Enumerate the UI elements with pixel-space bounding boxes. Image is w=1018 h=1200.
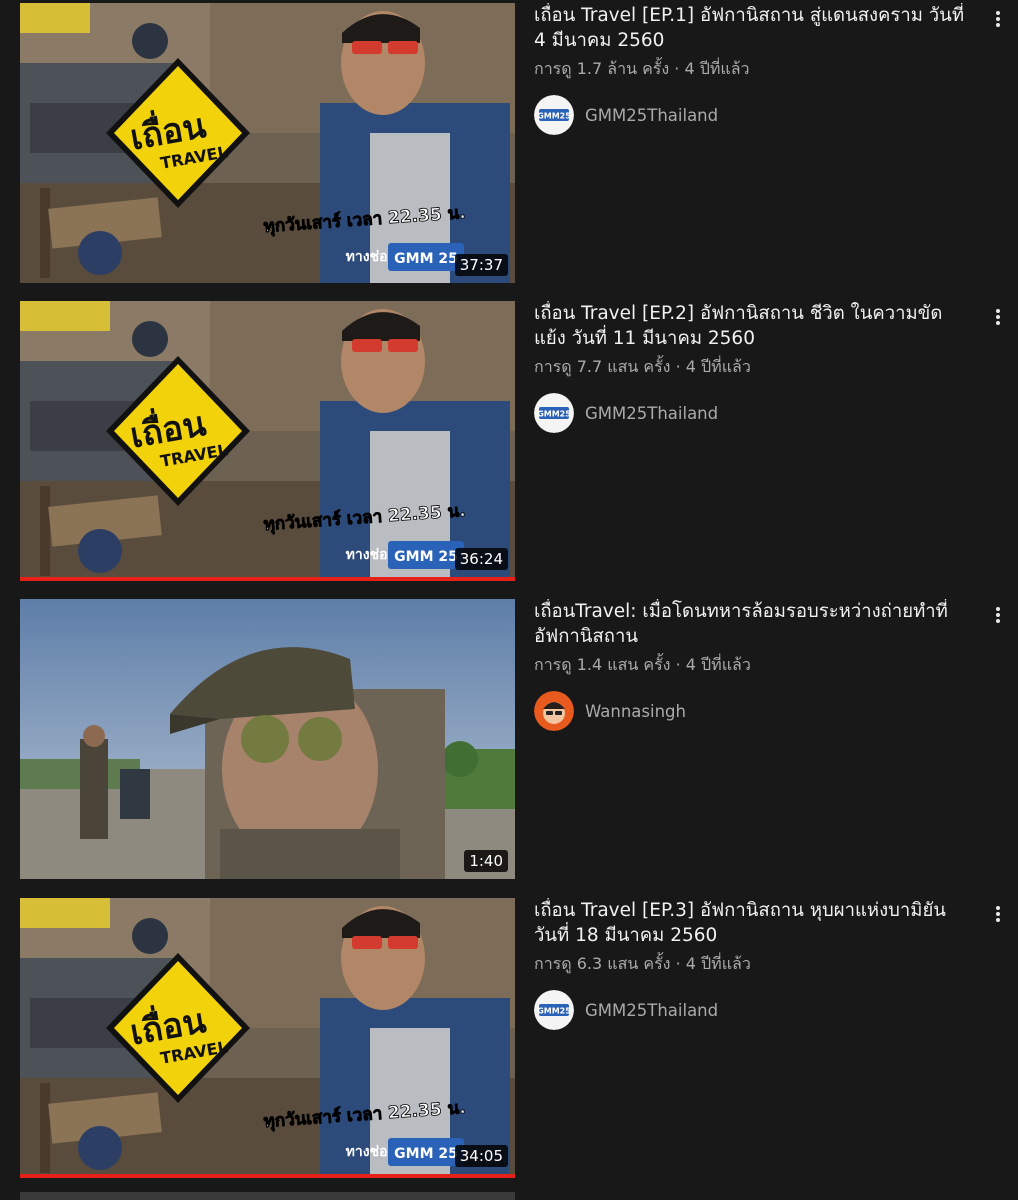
- thumbnail-image: เถื่อน TRAVEL ทุกวันเสาร์ เวลา 22.35 น. …: [20, 898, 515, 1178]
- video-stats: การดู 7.7 แสน ครั้ง · 4 ปีที่แล้ว: [534, 357, 751, 376]
- video-stats: การดู 1.4 แสน ครั้ง · 4 ปีที่แล้ว: [534, 655, 751, 674]
- video-meta: เถื่อน Travel [EP.2] อัฟกานิสถาน ชีวิต ใ…: [534, 301, 974, 433]
- video-item[interactable]: เถื่อน TRAVEL ทุกวันเสาร์ เวลา 22.35 น. …: [0, 301, 1018, 581]
- thumbnail-caption-channel: ทางช่อง: [346, 547, 395, 563]
- thumbnail-image: เถื่อน TRAVEL ทุกวันเสาร์ เวลา 22.35 น. …: [20, 301, 515, 581]
- duration-badge: 36:24: [454, 548, 508, 570]
- channel-avatar[interactable]: GMM25: [534, 393, 574, 433]
- duration-badge: 37:37: [454, 254, 508, 276]
- video-thumbnail[interactable]: เถื่อน TRAVEL ทุกวันเสาร์ เวลา 22.35 น. …: [20, 898, 515, 1178]
- video-title[interactable]: เถื่อน Travel [EP.2] อัฟกานิสถาน ชีวิต ใ…: [534, 301, 974, 351]
- video-thumbnail[interactable]: เถื่อน TRAVEL ทุกวันเสาร์ เวลา 22.35 น. …: [20, 3, 515, 283]
- channel-name[interactable]: GMM25Thailand: [585, 106, 718, 125]
- thumbnail-logo: GMM 25: [394, 549, 458, 565]
- more-vert-icon[interactable]: [992, 904, 1004, 924]
- watch-progress-bar: [20, 577, 515, 581]
- video-stats: การดู 1.7 ล้าน ครั้ง · 4 ปีที่แล้ว: [534, 59, 750, 78]
- thumbnail-image: [20, 599, 515, 879]
- svg-text:GMM25: GMM25: [537, 112, 571, 121]
- more-vert-icon[interactable]: [992, 9, 1004, 29]
- more-vert-icon[interactable]: [992, 605, 1004, 625]
- channel-avatar[interactable]: GMM25: [534, 95, 574, 135]
- video-stats: การดู 6.3 แสน ครั้ง · 4 ปีที่แล้ว: [534, 954, 751, 973]
- video-item[interactable]: 1:40 เถื่อนTravel: เมื่อโดนทหารล้อมรอบระ…: [0, 599, 1018, 879]
- channel-avatar[interactable]: GMM25: [534, 990, 574, 1030]
- wannasingh-avatar-icon: [534, 691, 574, 731]
- channel-row[interactable]: GMM25 GMM25Thailand: [534, 95, 974, 135]
- gmm25-logo-icon: GMM25: [534, 990, 574, 1030]
- video-title[interactable]: เถื่อน Travel [EP.3] อัฟกานิสถาน หุบผาแห…: [534, 898, 974, 948]
- video-item[interactable]: เถื่อน TRAVEL ทุกวันเสาร์ เวลา 22.35 น. …: [0, 898, 1018, 1178]
- channel-name[interactable]: Wannasingh: [585, 702, 686, 721]
- channel-row[interactable]: GMM25 GMM25Thailand: [534, 393, 974, 433]
- channel-avatar[interactable]: [534, 691, 574, 731]
- video-title[interactable]: เถื่อน Travel [EP.1] อัฟกานิสถาน สู่แดนส…: [534, 3, 974, 53]
- watch-progress-bar: [20, 1174, 515, 1178]
- channel-name[interactable]: GMM25Thailand: [585, 1001, 718, 1020]
- channel-row[interactable]: Wannasingh: [534, 691, 974, 731]
- more-vert-icon[interactable]: [992, 307, 1004, 327]
- thumbnail-caption-channel: ทางช่อง: [346, 1144, 395, 1160]
- duration-badge: 1:40: [464, 850, 508, 872]
- gmm25-logo-icon: GMM25: [534, 393, 574, 433]
- duration-badge: 34:05: [454, 1145, 508, 1167]
- video-feed: เถื่อน TRAVEL ทุกวันเสาร์ เวลา 22.35 น. …: [0, 0, 1018, 1200]
- channel-row[interactable]: GMM25 GMM25Thailand: [534, 990, 974, 1030]
- video-thumbnail[interactable]: [20, 1192, 515, 1200]
- video-thumbnail[interactable]: 1:40: [20, 599, 515, 879]
- thumbnail-logo: GMM 25: [394, 251, 458, 267]
- thumbnail-logo: GMM 25: [394, 1146, 458, 1162]
- video-meta: เถื่อน Travel [EP.1] อัฟกานิสถาน สู่แดนส…: [534, 3, 974, 135]
- video-meta: เถื่อน Travel [EP.3] อัฟกานิสถาน หุบผาแห…: [534, 898, 974, 1030]
- channel-name[interactable]: GMM25Thailand: [585, 404, 718, 423]
- gmm25-logo-icon: GMM25: [534, 95, 574, 135]
- svg-text:GMM25: GMM25: [537, 410, 571, 419]
- video-thumbnail[interactable]: เถื่อน TRAVEL ทุกวันเสาร์ เวลา 22.35 น. …: [20, 301, 515, 581]
- thumbnail-image: เถื่อน TRAVEL ทุกวันเสาร์ เวลา 22.35 น. …: [20, 3, 515, 283]
- thumbnail-caption-channel: ทางช่อง: [346, 249, 395, 265]
- next-video-item-partial[interactable]: [0, 1192, 1018, 1200]
- video-title[interactable]: เถื่อนTravel: เมื่อโดนทหารล้อมรอบระหว่าง…: [534, 599, 974, 649]
- svg-text:GMM25: GMM25: [537, 1007, 571, 1016]
- video-meta: เถื่อนTravel: เมื่อโดนทหารล้อมรอบระหว่าง…: [534, 599, 974, 731]
- video-item[interactable]: เถื่อน TRAVEL ทุกวันเสาร์ เวลา 22.35 น. …: [0, 3, 1018, 283]
